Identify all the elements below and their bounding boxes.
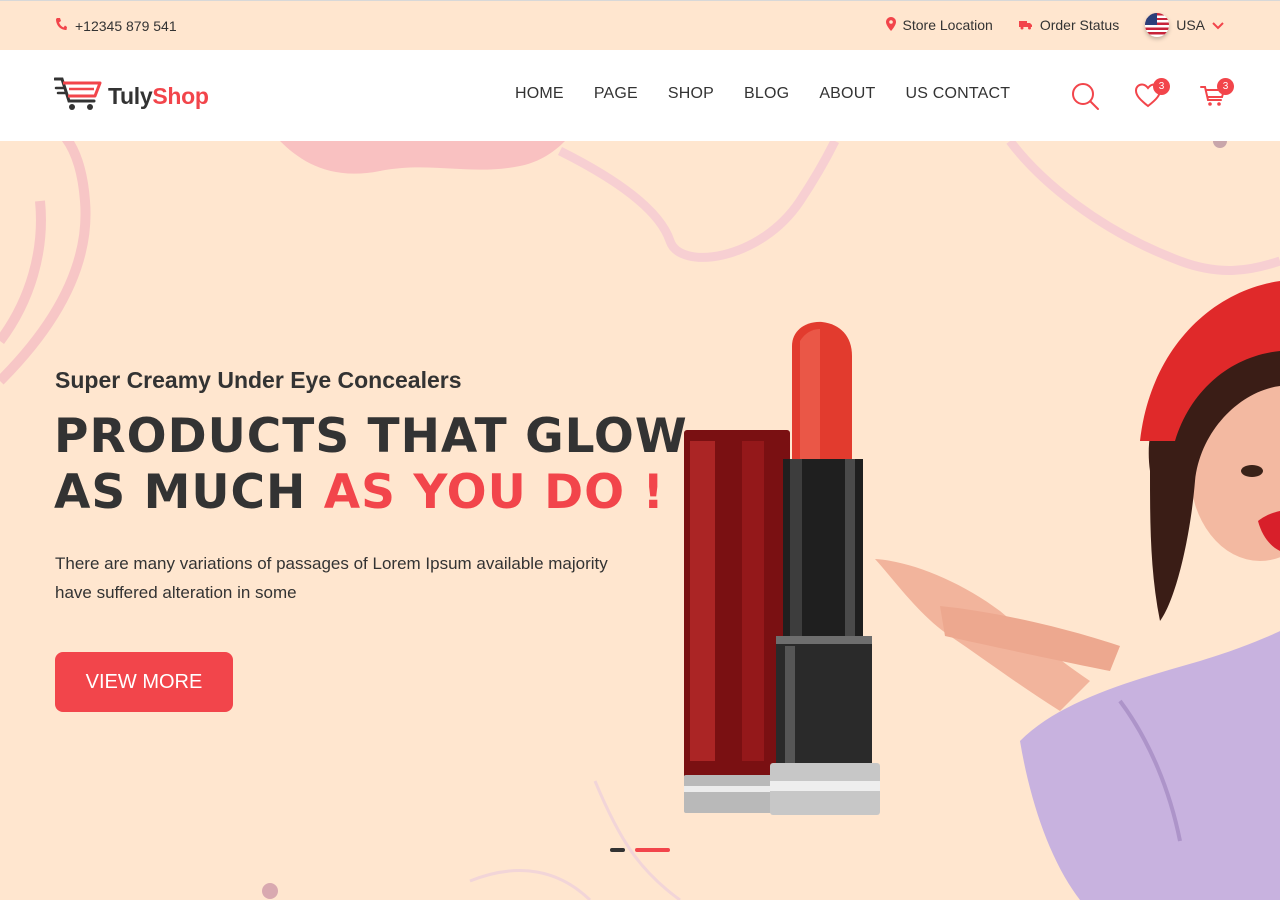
slider-dot-1[interactable] [610, 848, 625, 852]
nav-contact[interactable]: US CONTACT [905, 85, 1010, 103]
country-label: USA [1176, 17, 1205, 33]
phone-contact[interactable]: +12345 879 541 [55, 17, 177, 34]
order-status-label: Order Status [1039, 17, 1120, 33]
store-location-link[interactable]: Store Location [885, 16, 993, 34]
main-nav: HOME PAGE SHOP BLOG ABOUT US CONTACT [515, 85, 1010, 103]
store-location-label: Store Location [902, 17, 993, 33]
search-icon[interactable] [1070, 81, 1102, 113]
header-actions: 3 3 [1070, 78, 1240, 120]
hero-headline: PRODUCTS THAT GLOW AS MUCH AS YOU DO ! [54, 409, 688, 521]
country-selector[interactable]: USA [1145, 13, 1224, 37]
wishlist-count-badge: 3 [1153, 78, 1170, 95]
nav-page[interactable]: PAGE [594, 85, 638, 103]
phone-number: +12345 879 541 [75, 17, 177, 34]
nav-shop[interactable]: SHOP [668, 85, 714, 103]
main-header: TulyShop HOME PAGE SHOP BLOG ABOUT US CO… [0, 50, 1280, 141]
logo-wordmark: TulyShop [108, 83, 209, 110]
nav-about[interactable]: ABOUT [819, 85, 875, 103]
phone-icon [55, 17, 67, 34]
slider-dot-2[interactable] [635, 848, 670, 852]
chevron-down-icon [1212, 17, 1224, 33]
hero-description: There are many variations of passages of… [55, 554, 608, 602]
cart-count-badge: 3 [1217, 78, 1234, 95]
hero-subtitle: Super Creamy Under Eye Concealers [55, 367, 462, 393]
heart-icon [1134, 83, 1162, 112]
order-status-link[interactable]: Order Status [1018, 17, 1120, 33]
lipstick-image [684, 321, 880, 815]
hero-headline-line1: PRODUCTS THAT GLOW [54, 409, 688, 464]
top-bar: +12345 879 541 Store Location Order Stat… [0, 0, 1280, 50]
model-image [875, 281, 1280, 900]
logo-text-shop: Shop [152, 83, 209, 109]
cart-icon [1200, 86, 1226, 111]
nav-blog[interactable]: BLOG [744, 85, 789, 103]
site-logo[interactable]: TulyShop [53, 76, 209, 117]
hero-slider: Super Creamy Under Eye Concealers PRODUC… [0, 141, 1280, 900]
logo-text-tuly: Tuly [108, 83, 153, 109]
usa-flag-icon [1145, 13, 1170, 37]
cart-button[interactable]: 3 [1200, 78, 1234, 117]
wishlist-button[interactable]: 3 [1134, 78, 1170, 114]
nav-home[interactable]: HOME [515, 85, 564, 103]
hero-headline-accent: AS YOU DO ! [323, 465, 665, 520]
hero-headline-line2-plain: AS MUCH [54, 465, 307, 520]
view-more-button[interactable]: VIEW MORE [55, 652, 233, 712]
cart-logo-icon [53, 76, 102, 117]
truck-icon [1018, 17, 1033, 33]
slider-pagination [610, 848, 670, 852]
location-pin-icon [885, 16, 896, 34]
